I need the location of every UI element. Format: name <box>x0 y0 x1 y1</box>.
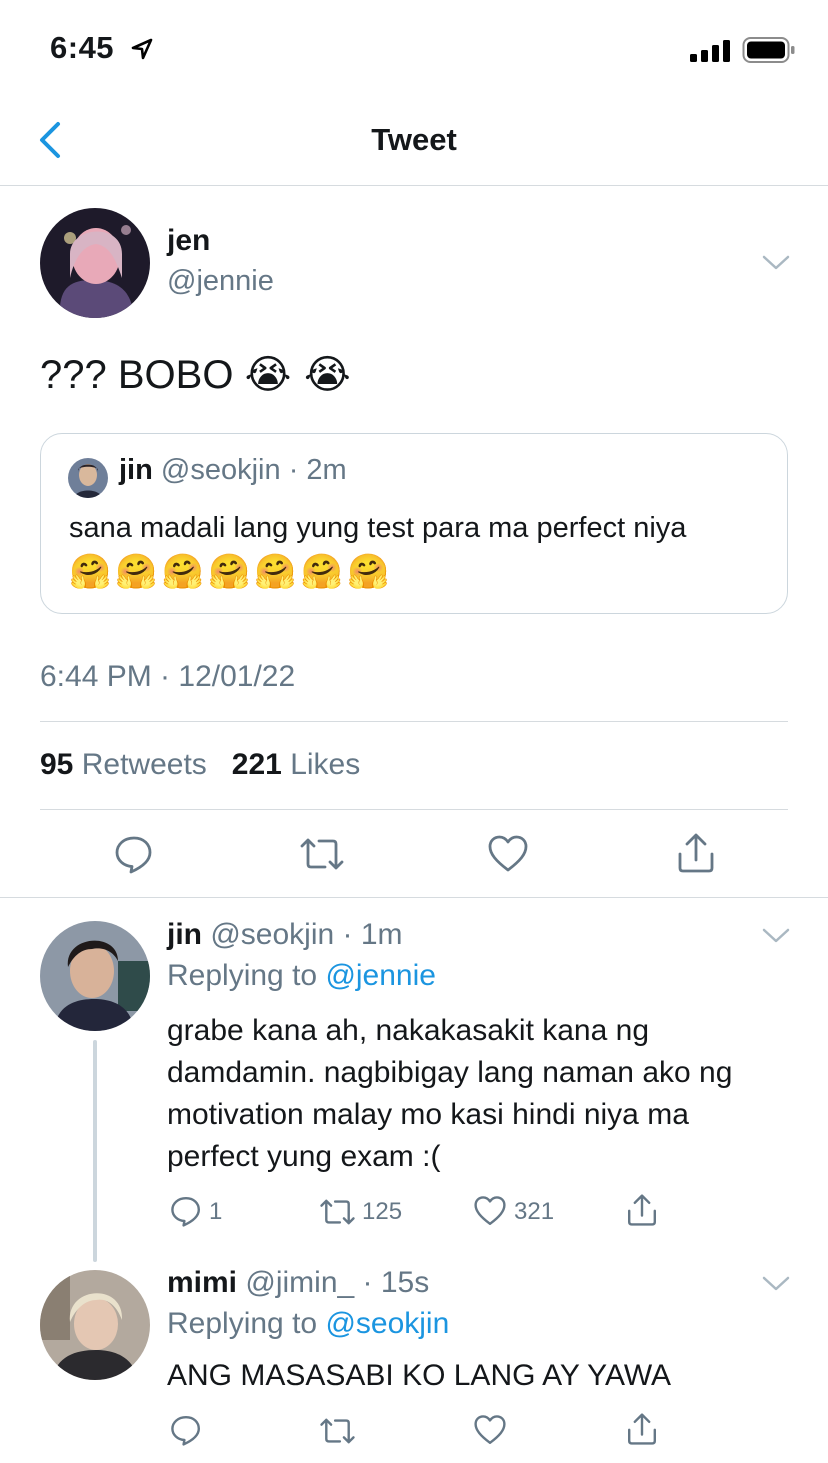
heart-icon[interactable] <box>488 834 528 874</box>
reply-separator: · <box>362 1266 373 1299</box>
share-icon[interactable] <box>626 1193 658 1227</box>
like-count: 321 <box>514 1198 555 1225</box>
reply-time: 1m <box>360 918 403 951</box>
replying-to-mention[interactable]: @seokjin <box>325 1307 449 1340</box>
location-arrow-icon <box>131 38 153 60</box>
reply-time: 15s <box>380 1266 430 1299</box>
battery-icon <box>742 37 795 63</box>
quote-avatar <box>68 458 108 498</box>
reply-text-line: perfect yung exam :( <box>167 1140 441 1173</box>
avatar[interactable] <box>40 208 150 318</box>
share-icon[interactable] <box>676 832 716 874</box>
replying-to-label: Replying to <box>167 1307 318 1340</box>
reply-author-name[interactable]: mimi <box>167 1266 237 1299</box>
reply-icon[interactable] <box>114 834 154 874</box>
cellular-signal-icon <box>690 40 730 62</box>
quote-text: sana madali lang yung test para ma perfe… <box>69 512 687 544</box>
quoted-tweet[interactable]: jin @seokjin · 2m sana madali lang yung … <box>40 433 788 614</box>
reply-text-line: motivation malay mo kasi hindi niya ma <box>167 1098 689 1131</box>
author-name[interactable]: jen <box>167 224 210 258</box>
like-label[interactable]: Likes <box>290 748 360 781</box>
replying-to-label: Replying to <box>167 959 318 992</box>
page-title: Tweet <box>371 122 457 157</box>
author-handle[interactable]: @jennie <box>167 265 274 298</box>
tweet-text-emoji: 😭 😭 <box>244 352 351 398</box>
reply-meta: mimi @jimin_ · 15s <box>167 1266 429 1300</box>
retweet-icon[interactable] <box>319 1196 356 1228</box>
reply-text: ANG MASASABI KO LANG AY YAWA <box>167 1359 672 1392</box>
reply-icon[interactable] <box>170 1414 202 1446</box>
divider <box>40 809 788 810</box>
reply-author-name[interactable]: jin <box>167 918 202 951</box>
quote-author-name: jin <box>119 454 153 486</box>
reply-author-handle[interactable]: @jimin_ <box>245 1266 354 1299</box>
reply-count: 1 <box>209 1198 223 1225</box>
quote-separator: · <box>288 454 299 486</box>
reply-separator: · <box>342 918 353 951</box>
replying-to: Replying to @seokjin <box>167 1307 449 1341</box>
tweet-stats: 95 Retweets 221 Likes <box>40 748 360 782</box>
reply-text-line: grabe kana ah, nakakasakit kana ng <box>167 1014 650 1047</box>
chevron-down-icon[interactable] <box>762 927 790 945</box>
quote-meta: jin @seokjin · 2m <box>119 454 347 487</box>
retweet-icon[interactable] <box>299 834 345 874</box>
heart-icon[interactable] <box>474 1195 506 1227</box>
retweet-count[interactable]: 95 <box>40 748 73 781</box>
reply-meta: jin @seokjin · 1m <box>167 918 403 952</box>
quote-time: 2m <box>306 454 347 486</box>
retweet-count: 125 <box>362 1198 403 1225</box>
reply-avatar[interactable] <box>40 921 150 1031</box>
tweet-timestamp: 6:44 PM · 12/01/22 <box>40 660 296 693</box>
reply-text: grabe kana ah, nakakasakit kana ng damda… <box>167 1010 732 1178</box>
reply-author-handle[interactable]: @seokjin <box>210 918 334 951</box>
reply-icon[interactable] <box>170 1195 202 1227</box>
replying-to: Replying to @jennie <box>167 959 436 993</box>
nav-bar: Tweet <box>0 100 828 186</box>
share-icon[interactable] <box>626 1412 658 1446</box>
replying-to-mention[interactable]: @jennie <box>325 959 436 992</box>
like-count[interactable]: 221 <box>232 748 282 781</box>
reply-text-line: damdamin. nagbibigay lang naman ako ng <box>167 1056 733 1089</box>
section-divider <box>0 897 828 898</box>
thread-line <box>93 1040 97 1262</box>
quote-emoji: 🤗🤗🤗🤗🤗🤗🤗 <box>69 552 394 592</box>
divider <box>40 721 788 722</box>
retweet-label[interactable]: Retweets <box>82 748 207 781</box>
retweet-icon[interactable] <box>319 1415 356 1447</box>
status-time: 6:45 <box>50 30 115 65</box>
quote-author-handle: @seokjin <box>160 454 281 486</box>
chevron-down-icon[interactable] <box>762 1275 790 1293</box>
heart-icon[interactable] <box>474 1414 506 1446</box>
tweet-text-body: ??? BOBO <box>40 353 234 397</box>
chevron-down-icon[interactable] <box>762 254 790 272</box>
status-bar: 6:45 <box>0 0 828 100</box>
tweet-text: ??? BOBO 😭 😭 <box>40 352 351 398</box>
reply-avatar[interactable] <box>40 1270 150 1380</box>
